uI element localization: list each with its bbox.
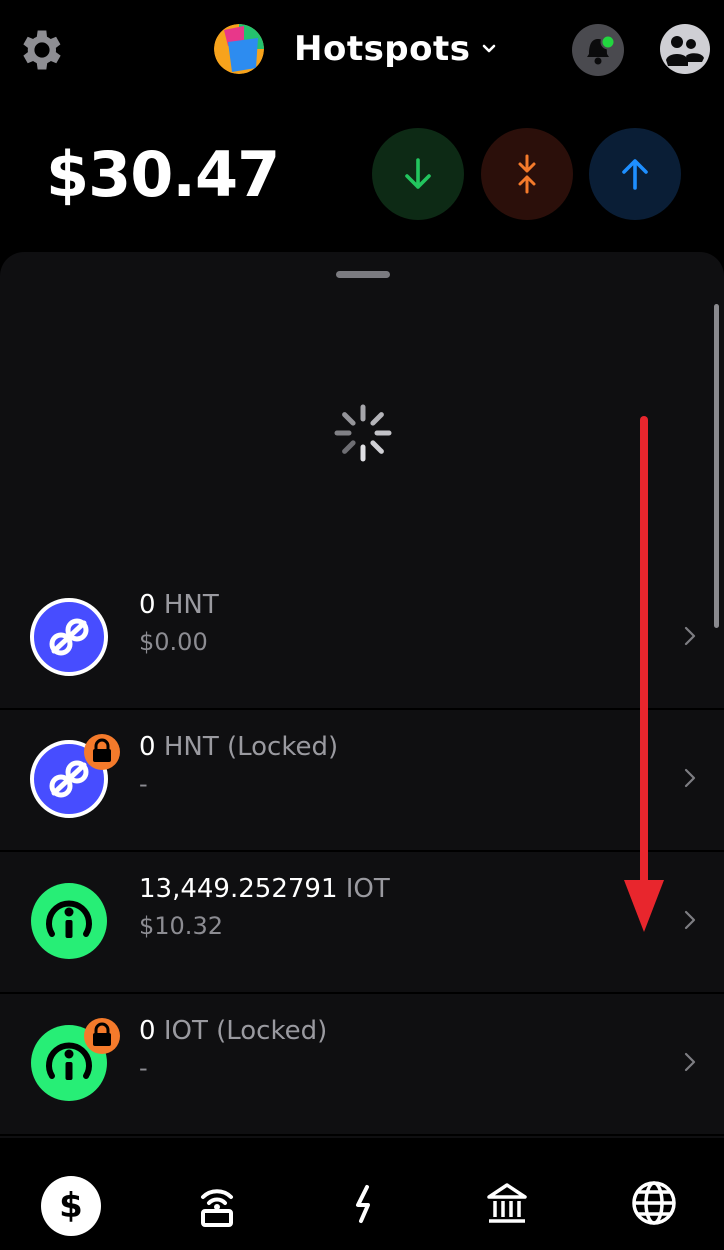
token-row-iot[interactable]: 13,449.252791 IOT $10.32	[0, 852, 724, 994]
tab-wallet[interactable]: $	[41, 1176, 101, 1236]
lock-icon	[84, 734, 120, 770]
arrow-up-icon	[622, 159, 648, 190]
token-ticker: IOT (Locked)	[163, 1016, 328, 1046]
scroll-down-annotation-arrow	[624, 416, 664, 932]
tab-governance[interactable]	[476, 1172, 538, 1234]
activity-icon	[356, 1185, 370, 1223]
token-ticker: HNT	[163, 590, 219, 620]
header: Hotspots	[0, 0, 724, 100]
page-title: Hotspots	[294, 29, 471, 69]
tab-hotspots[interactable]	[186, 1172, 248, 1234]
chevron-right-icon	[684, 626, 696, 646]
tab-browser[interactable]	[623, 1172, 685, 1234]
token-amount: 0	[139, 1016, 156, 1046]
token-row-iot-locked[interactable]: 0 IOT (Locked) -	[0, 994, 724, 1136]
receive-button[interactable]	[372, 128, 464, 220]
account-icon[interactable]	[658, 22, 712, 76]
chevron-down-icon	[482, 44, 495, 53]
send-button[interactable]	[589, 128, 681, 220]
token-fiat-value: -	[139, 1054, 148, 1082]
governance-icon	[487, 1183, 527, 1223]
token-fiat-value: -	[139, 770, 148, 798]
tab-activity[interactable]	[333, 1172, 395, 1234]
chevron-right-icon	[684, 768, 696, 788]
loading-spinner-icon	[334, 404, 392, 462]
notification-bell-icon[interactable]	[572, 24, 624, 76]
token-fiat-value: $0.00	[139, 628, 208, 656]
token-amount: 0	[139, 590, 156, 620]
app-logo	[214, 24, 264, 74]
token-amount: 13,449.252791	[139, 874, 338, 904]
token-fiat-value: $10.32	[139, 912, 223, 940]
gear-icon[interactable]	[16, 24, 68, 76]
token-row-hnt-locked[interactable]: 0 HNT (Locked) -	[0, 710, 724, 852]
wallet-icon: $	[59, 1186, 83, 1226]
token-sheet: 0 HNT $0.00 0 HNT (Locked) - 13,449.2527…	[0, 252, 724, 1138]
bottom-tab-bar: $	[0, 1138, 724, 1250]
hotspot-icon	[201, 1189, 233, 1227]
token-ticker: IOT	[345, 874, 390, 904]
iot-icon	[31, 883, 107, 959]
token-amount: 0	[139, 732, 156, 762]
browser-icon	[632, 1181, 676, 1225]
balance-amount: $30.47	[46, 138, 280, 211]
lock-icon	[84, 1018, 120, 1054]
arrow-down-icon	[405, 158, 431, 189]
chevron-right-icon	[684, 1052, 696, 1072]
swap-button[interactable]	[481, 128, 573, 220]
token-row-hnt[interactable]: 0 HNT $0.00	[0, 568, 724, 710]
wallet-selector[interactable]: Hotspots	[214, 22, 499, 76]
sheet-drag-handle[interactable]	[336, 271, 390, 278]
token-ticker: HNT (Locked)	[163, 732, 339, 762]
swap-icon	[518, 154, 536, 194]
helium-icon	[30, 598, 108, 676]
chevron-right-icon	[684, 910, 696, 930]
